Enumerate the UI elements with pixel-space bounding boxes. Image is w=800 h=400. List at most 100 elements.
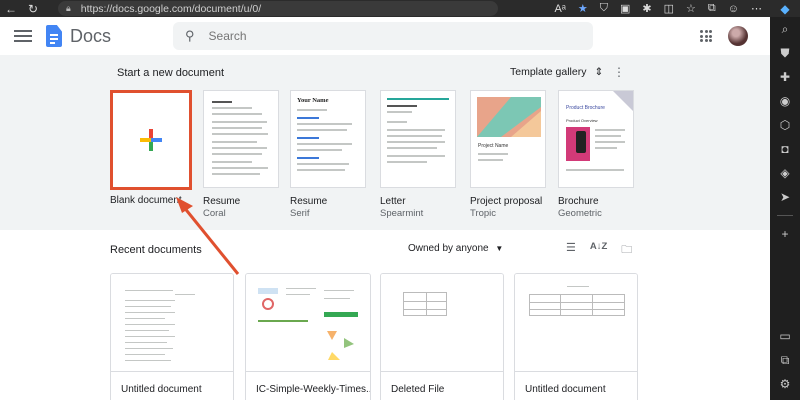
tropic-graphic	[477, 97, 541, 137]
sidebar-divider	[777, 215, 793, 216]
sidebar-drop-icon[interactable]: ◈	[770, 161, 800, 185]
more-options-icon[interactable]: ⋮	[613, 65, 625, 79]
doc-title: Untitled document	[121, 384, 202, 395]
blank-document-thumbnail[interactable]	[110, 90, 192, 190]
doc-preview	[515, 274, 637, 372]
doc-title: Untitled document	[525, 384, 606, 395]
triangle-graphic	[327, 331, 354, 360]
favorite-star-icon[interactable]: ★	[578, 2, 588, 15]
list-view-icon[interactable]: ☰	[566, 241, 576, 260]
template-gallery-button[interactable]: Template gallery ⇕	[510, 66, 603, 78]
search-icon[interactable]: ⚲	[185, 28, 195, 44]
sidebar-tools-icon[interactable]: ✚	[770, 65, 800, 89]
read-aloud-icon[interactable]: Aᵃ	[554, 3, 565, 15]
back-icon[interactable]: ←	[0, 2, 22, 16]
favorites-icon[interactable]: ☆	[686, 2, 696, 15]
dropdown-arrow-icon: ▼	[495, 244, 504, 253]
template-section: Start a new document Template gallery ⇕ …	[0, 55, 770, 230]
letter-spearmint-thumbnail[interactable]	[380, 90, 456, 188]
extension-icon[interactable]: ▣	[620, 2, 630, 15]
copilot-icon[interactable]: ◆	[770, 0, 800, 17]
split-screen-icon[interactable]: ◫	[664, 2, 674, 15]
doc-preview	[246, 274, 370, 372]
brochure-title-text: Product Brochure	[566, 105, 605, 111]
template-subname: Tropic	[470, 208, 497, 219]
brochure-sub-text: Product Overview	[566, 118, 598, 123]
project-proposal-thumbnail[interactable]: Project Name	[470, 90, 546, 188]
expand-collapse-icon: ⇕	[594, 66, 604, 78]
address-bar[interactable]: 🔒︎ https://docs.google.com/document/u/0/	[58, 1, 498, 16]
url-text: https://docs.google.com/document/u/0/	[80, 2, 262, 15]
browser-sidebar: ◆ ⌕ ⛊ ✚ ◉ ⬡ ◘ ◈ ➤ + ▭ ⧉ ⚙	[770, 0, 800, 400]
sidebar-settings-icon[interactable]: ⚙	[770, 372, 800, 396]
template-name: Resume	[203, 196, 241, 207]
sidebar-outlook-icon[interactable]: ◘	[770, 137, 800, 161]
resume-coral-thumbnail[interactable]	[203, 90, 279, 188]
recent-documents-title: Recent documents	[110, 244, 202, 256]
owner-filter-label: Owned by anyone	[408, 243, 489, 254]
serif-name-text: Your Name	[297, 97, 329, 104]
main-menu-icon[interactable]	[14, 30, 32, 42]
start-new-document-title: Start a new document	[117, 67, 225, 79]
docs-header: Docs ⚲	[0, 17, 770, 55]
recent-doc-card[interactable]: Untitled document	[514, 273, 638, 400]
search-input[interactable]	[208, 29, 569, 43]
doc-preview	[111, 274, 233, 372]
google-apps-icon[interactable]	[700, 30, 712, 42]
lock-icon: 🔒︎	[66, 3, 71, 13]
template-name: Letter	[380, 196, 406, 207]
template-subname: Geometric	[558, 208, 602, 219]
brochure-geometric-thumbnail[interactable]: Product Brochure Product Overview	[558, 90, 634, 188]
folder-picker-icon[interactable]: 🗀︎	[621, 241, 632, 260]
template-subname: Serif	[290, 208, 310, 219]
browser-toolbar: ← ↻ 🔒︎ https://docs.google.com/document/…	[0, 0, 770, 17]
refresh-icon[interactable]: ↻	[22, 2, 44, 16]
extension-shield-icon[interactable]: ⛉	[600, 2, 608, 15]
template-subname: Spearmint	[380, 208, 424, 219]
owner-filter-dropdown[interactable]: Owned by anyone ▼	[408, 243, 503, 254]
template-name: Blank document	[110, 195, 182, 206]
doc-table-graphic	[529, 294, 625, 316]
puzzle-icon[interactable]: ✱	[642, 2, 651, 15]
search-box[interactable]: ⚲	[173, 22, 594, 50]
template-subname: Coral	[203, 208, 226, 219]
sidebar-shopping-icon[interactable]: ⛊	[770, 41, 800, 65]
app-title[interactable]: Docs	[70, 26, 111, 47]
template-resume-serif[interactable]: Your Name Resume Serif	[290, 90, 366, 219]
recent-doc-card[interactable]: Deleted File	[380, 273, 504, 400]
recent-doc-card[interactable]: IC-Simple-Weekly-Times...	[245, 273, 371, 400]
template-name: Brochure	[558, 196, 599, 207]
docs-logo-icon[interactable]	[46, 25, 62, 47]
template-project-proposal[interactable]: Project Name Project proposal Tropic	[470, 90, 546, 219]
template-letter-spearmint[interactable]: Letter Spearmint	[380, 90, 456, 219]
template-brochure-geometric[interactable]: Product Brochure Product Overview Brochu…	[558, 90, 634, 219]
no-symbol-icon	[262, 298, 274, 310]
sort-az-icon[interactable]: A↓Z	[590, 241, 607, 260]
doc-preview	[381, 274, 503, 372]
doc-title: IC-Simple-Weekly-Times...	[256, 384, 370, 395]
sidebar-external-icon[interactable]: ⧉	[770, 348, 800, 372]
resume-serif-thumbnail[interactable]: Your Name	[290, 90, 366, 188]
template-resume-coral[interactable]: Resume Coral	[203, 90, 279, 219]
sidebar-telegram-icon[interactable]: ➤	[770, 185, 800, 209]
sidebar-games-icon[interactable]: ◉	[770, 89, 800, 113]
more-menu-icon[interactable]: ⋯	[751, 2, 762, 15]
template-name: Resume	[290, 196, 328, 207]
template-gallery-label: Template gallery	[510, 66, 587, 78]
collections-icon[interactable]: ⧉	[708, 2, 716, 15]
sidebar-add-icon[interactable]: +	[770, 222, 800, 246]
doc-table-graphic	[403, 292, 447, 316]
plus-icon	[140, 129, 162, 151]
sidebar-office-icon[interactable]: ⬡	[770, 113, 800, 137]
account-avatar[interactable]	[728, 26, 748, 46]
phone-graphic	[576, 131, 586, 153]
doc-title: Deleted File	[391, 384, 445, 395]
geometric-corner-graphic	[613, 91, 633, 111]
profile-icon[interactable]: ☺	[728, 3, 739, 15]
project-name-text: Project Name	[478, 143, 509, 149]
sidebar-search-icon[interactable]: ⌕	[770, 17, 800, 41]
template-name: Project proposal	[470, 196, 543, 207]
recent-doc-card[interactable]: Untitled document	[110, 273, 234, 400]
template-blank-document[interactable]: Blank document	[110, 90, 192, 206]
sidebar-layout-icon[interactable]: ▭	[770, 324, 800, 348]
